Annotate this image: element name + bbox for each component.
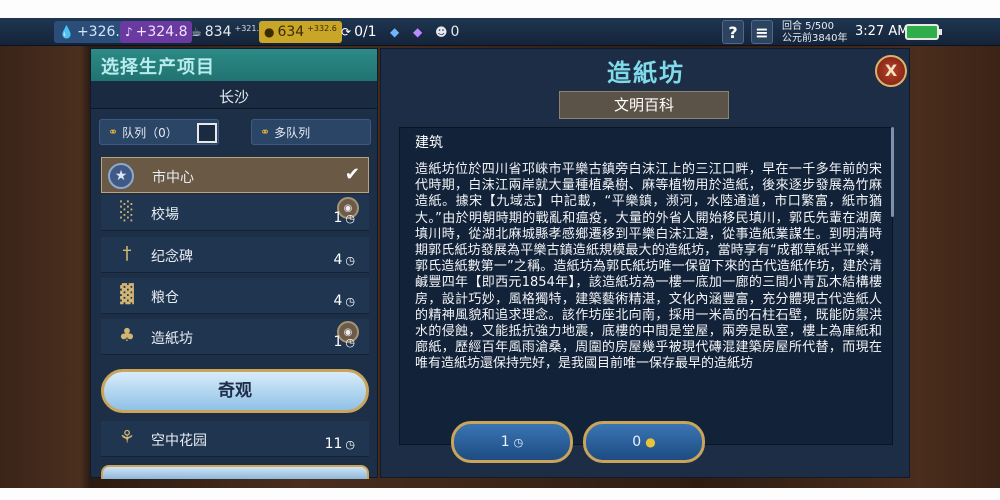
production-item-granary[interactable]: ▓ 粮仓 4 ◷ xyxy=(101,278,369,314)
production-item-monument[interactable]: † 纪念碑 4 ◷ xyxy=(101,237,369,273)
produce-button[interactable]: 1 ◷ xyxy=(451,421,573,463)
item-turns: 4 ◷ xyxy=(333,252,355,268)
clock-icon: ◷ xyxy=(513,435,524,449)
turns-value: 4 xyxy=(333,252,343,268)
queue-button[interactable]: ⚭ 队列（0） xyxy=(99,119,219,145)
culture-resource[interactable]: ♪ +324.8 xyxy=(120,21,193,43)
purchase-cost: 0 xyxy=(632,434,642,450)
turns-value: 1 xyxy=(333,334,343,350)
turns-value: 11 xyxy=(324,436,343,452)
production-item-hanging-gardens[interactable]: ⚘ 空中花园 11 ◷ xyxy=(101,421,369,457)
menu-button[interactable]: ≡ xyxy=(751,20,773,44)
next-section-button[interactable] xyxy=(101,465,369,479)
civilopedia-panel: 造紙坊 X 文明百科 建筑 造紙坊位於四川省邛崍市平樂古鎮旁白沫江上的三江口畔，… xyxy=(380,48,910,478)
section-heading: 建筑 xyxy=(415,135,443,151)
spy-resource[interactable]: ☻ 0 xyxy=(430,21,464,43)
resource-bar: 💧 +326.3 ♪ +324.8 ☕ 834 +321.7 ● 634 +33… xyxy=(0,18,1000,46)
item-turns: 1 ◷ xyxy=(333,210,355,226)
production-item-city-center[interactable]: ★ 市中心 ✔ xyxy=(101,157,369,193)
production-item-paper-mill[interactable]: ♣ 造紙坊 ◉ 1 ◷ xyxy=(101,319,369,355)
trade-route-icon: ⟳ xyxy=(341,25,352,39)
production-panel: 选择生产项目 长沙 ⚭ 队列（0） ⚭ 多队列 ★ 市中心 ✔ ░ 校場 ◉ 1… xyxy=(90,48,378,479)
great-work-resource[interactable]: ◆ xyxy=(408,21,427,43)
queue-checkbox[interactable] xyxy=(197,123,217,143)
chain-icon: ⚭ xyxy=(260,125,271,139)
purchase-gold-button[interactable]: 0 ● xyxy=(583,421,705,463)
granary-icon: ▓ xyxy=(120,284,134,305)
battery-icon xyxy=(905,24,942,40)
item-name: 造紙坊 xyxy=(151,331,193,347)
great-person-resource[interactable]: ◆ xyxy=(385,21,404,43)
great-person-icon: ◆ xyxy=(390,25,400,39)
gold-resource[interactable]: ● 634 +332.6 xyxy=(259,21,342,43)
turn-counter: 回合 5/500 xyxy=(782,21,834,32)
produce-turns: 1 xyxy=(500,434,510,450)
gold-value: 634 xyxy=(277,24,305,40)
year-label: 公元前3840年 xyxy=(782,33,848,44)
encampment-icon: ░ xyxy=(120,201,134,222)
close-button[interactable]: X xyxy=(875,55,907,87)
spy-icon: ☻ xyxy=(435,25,448,39)
queue-label: 队列（0） xyxy=(122,125,178,140)
building-title: 造紙坊 xyxy=(607,59,685,87)
garden-icon: ⚘ xyxy=(118,427,136,448)
culture-value: +324.8 xyxy=(135,24,188,40)
clock-icon: ◷ xyxy=(345,294,355,308)
clock-icon: ◷ xyxy=(345,253,355,267)
item-name: 校場 xyxy=(151,207,179,223)
trade-route-resource[interactable]: ⟳ 0/1 xyxy=(336,21,382,43)
paper-mill-icon: ♣ xyxy=(118,325,136,346)
culture-icon: ♪ xyxy=(125,25,133,39)
item-name: 空中花园 xyxy=(151,433,207,449)
scrollbar[interactable] xyxy=(891,127,894,217)
queue-controls: ⚭ 队列（0） ⚭ 多队列 xyxy=(95,119,375,149)
item-name: 市中心 xyxy=(152,170,194,186)
checkmark-icon: ✔ xyxy=(344,164,360,185)
clock-icon: ◷ xyxy=(345,437,355,451)
trade-route-value: 0/1 xyxy=(354,24,377,40)
production-item-encampment[interactable]: ░ 校場 ◉ 1 ◷ xyxy=(101,195,369,231)
multi-queue-button[interactable]: ⚭ 多队列 xyxy=(251,119,371,145)
gold-coin-icon: ● xyxy=(645,435,656,449)
turn-info: 回合 5/500 公元前3840年 xyxy=(782,21,847,45)
item-turns: 1 ◷ xyxy=(333,334,355,350)
article-body[interactable]: 建筑 造紙坊位於四川省邛崍市平樂古鎮旁白沫江上的三江口畔，早在一千多年前的宋代時… xyxy=(399,127,893,445)
clock: 3:27 AM xyxy=(855,24,909,39)
civilopedia-tab[interactable]: 文明百科 xyxy=(559,91,729,119)
star-icon: ★ xyxy=(108,163,134,189)
article-text: 造紙坊位於四川省邛崍市平樂古鎮旁白沫江上的三江口畔，早在一千多年前的宋代時期，白… xyxy=(415,162,882,372)
item-name: 纪念碑 xyxy=(151,249,193,265)
great-work-icon: ◆ xyxy=(413,25,423,39)
item-turns: 4 ◷ xyxy=(333,293,355,309)
faith-value: 834 xyxy=(204,24,232,40)
item-turns: 11 ◷ xyxy=(325,436,355,452)
turns-value: 4 xyxy=(333,293,343,309)
wonders-header-button[interactable]: 奇观 xyxy=(101,369,369,413)
gold-delta: +332.6 xyxy=(307,23,337,33)
faith-resource[interactable]: ☕ 834 +321.7 xyxy=(186,21,269,43)
help-button[interactable]: ? xyxy=(722,20,744,44)
item-name: 粮仓 xyxy=(151,290,179,306)
science-icon: 💧 xyxy=(59,25,74,39)
turns-value: 1 xyxy=(333,210,343,226)
production-title: 选择生产项目 xyxy=(91,49,377,81)
chain-icon: ⚭ xyxy=(108,125,119,139)
spy-value: 0 xyxy=(450,24,460,40)
gold-coin-icon: ● xyxy=(264,25,275,39)
faith-icon: ☕ xyxy=(191,25,202,39)
clock-icon: ◷ xyxy=(345,211,355,225)
multi-queue-label: 多队列 xyxy=(274,125,311,140)
clock-icon: ◷ xyxy=(345,335,355,349)
monument-icon: † xyxy=(122,243,132,264)
city-name: 长沙 xyxy=(91,81,377,109)
